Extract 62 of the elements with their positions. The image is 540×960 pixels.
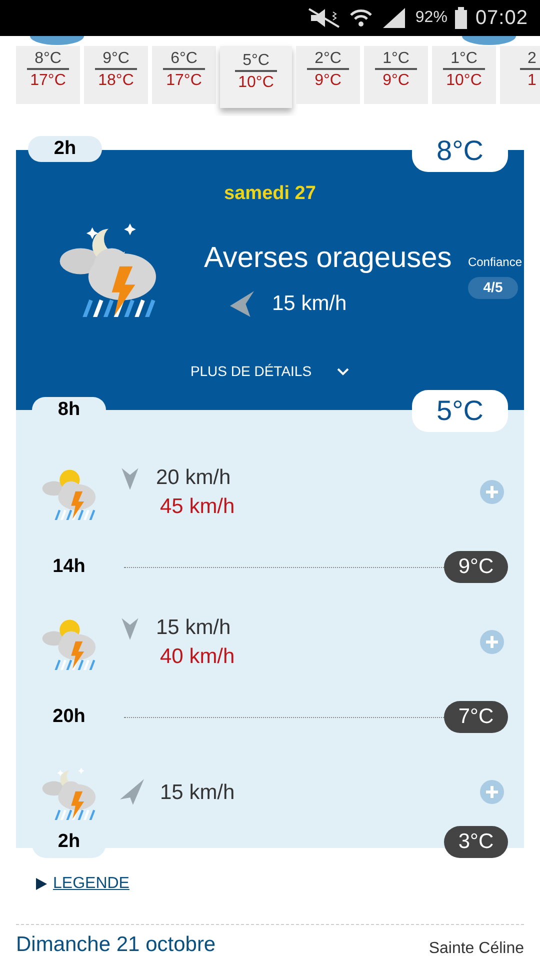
date-label: samedi 27 (224, 182, 316, 206)
wind-arrow-icon (120, 618, 140, 640)
saint-name: Sainte Céline (428, 938, 524, 958)
temperature: 3°C (444, 826, 508, 858)
max-temp: 10°C (238, 73, 274, 93)
wind-speed: 15 km/h (272, 291, 347, 317)
day-tab[interactable]: 2°C 9°C (296, 46, 360, 104)
plus-icon[interactable] (480, 630, 504, 654)
gust-speed: 40 km/h (160, 644, 235, 670)
confidence-label: Confiance (468, 254, 522, 270)
day-tab[interactable]: 2 1 (500, 46, 540, 104)
min-temp: 8°C (26, 50, 70, 70)
plus-icon[interactable] (480, 780, 504, 804)
max-temp: 17°C (30, 71, 66, 91)
day-tab[interactable]: 9°C 18°C (84, 46, 148, 104)
legend-link[interactable]: LEGENDE (36, 872, 130, 896)
day-tab[interactable]: 1°C 10°C (432, 46, 496, 104)
battery-icon (455, 7, 468, 29)
temperature: 7°C (444, 701, 508, 733)
min-temp: 5°C (234, 52, 278, 72)
max-temp: 17°C (166, 71, 202, 91)
day-tab[interactable]: 6°C 17°C (152, 46, 216, 104)
min-temp: 2 (520, 50, 540, 70)
day-tab[interactable]: 5°C 10°C (220, 46, 292, 108)
max-temp: 9°C (314, 71, 342, 91)
max-temp: 10°C (446, 71, 482, 91)
min-temp: 6°C (162, 50, 206, 70)
day-tab[interactable]: 1°C 9°C (364, 46, 428, 104)
min-temp: 1°C (442, 50, 486, 70)
day-tab[interactable]: 8°C 17°C (16, 46, 80, 104)
wind-speed: 15 km/h (156, 615, 232, 641)
time-label: 14h (52, 554, 86, 579)
wind-arrow-icon (230, 290, 254, 317)
wind-speed: 20 km/h (156, 465, 232, 491)
temperature: 9°C (444, 551, 508, 583)
wifi-icon (349, 7, 374, 29)
wind-arrow-icon (120, 779, 144, 805)
triangle-right-icon (36, 878, 47, 890)
max-temp: 18°C (98, 71, 134, 91)
details-button[interactable]: PLUS DE DÉTAILS (190, 361, 350, 382)
min-temp: 2°C (306, 50, 350, 70)
clock: 07:02 (475, 6, 528, 31)
temperature: 5°C (412, 390, 508, 432)
carousel-right-icon[interactable] (462, 36, 516, 45)
battery-percent: 92% (415, 8, 448, 28)
day-heading: Dimanche 21 octobre (16, 932, 216, 958)
confidence-badge: 4/5 (468, 276, 518, 298)
min-temp: 9°C (94, 50, 138, 70)
max-temp: 1 (528, 71, 536, 91)
carousel-left-icon[interactable] (30, 36, 84, 45)
time-label: 2h (28, 136, 102, 162)
wind-arrow-icon (120, 468, 140, 490)
wind-speed: 15 km/h (160, 780, 235, 806)
condition-text: Averses orageuses (204, 240, 452, 276)
signal-icon (381, 7, 408, 29)
min-temp: 1°C (374, 50, 418, 70)
gust-speed: 45 km/h (160, 494, 235, 520)
max-temp: 9°C (382, 71, 410, 91)
plus-icon[interactable] (480, 480, 504, 504)
chevron-down-icon (336, 366, 350, 376)
mute-icon (307, 7, 342, 29)
time-label: 20h (52, 704, 86, 729)
